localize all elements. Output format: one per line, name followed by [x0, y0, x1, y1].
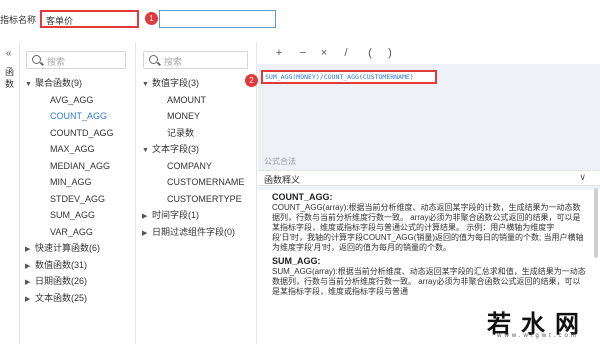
tree-item[interactable]: COUNT_AGG	[20, 108, 135, 125]
tree-item[interactable]: COMPANY	[137, 158, 256, 175]
caret-down-icon[interactable]: ▼	[142, 77, 152, 94]
collapse-chevron-icon[interactable]: «	[6, 48, 12, 59]
tree-item-label: 快速计算函数(6)	[35, 243, 100, 253]
operator-toolbar: + − × / ( )	[258, 42, 600, 64]
divide-button[interactable]: /	[341, 47, 351, 59]
side-tab-label: 函数	[5, 67, 15, 89]
tree-group[interactable]: ▶ 日期过滤组件字段(0)	[137, 224, 256, 241]
tree-item[interactable]: STDEV_AGG	[20, 191, 135, 208]
open-paren-button[interactable]: (	[365, 47, 375, 59]
tree-item-label: COMPANY	[167, 160, 212, 171]
close-paren-button[interactable]: )	[385, 47, 395, 59]
caret-down-icon[interactable]: ▼	[142, 143, 152, 160]
explanation-scrollbar[interactable]	[594, 188, 598, 258]
tree-item-label: 日期过滤组件字段(0)	[152, 226, 235, 237]
watermark-url-text: www.wtgwt.com	[497, 333, 579, 339]
tree-item-label: 日期函数(26)	[35, 276, 88, 286]
tree-item-label: 数值函数(31)	[35, 259, 88, 270]
minus-button[interactable]: −	[298, 47, 308, 59]
tree-group[interactable]: ▶ 文本函数(25)	[20, 290, 135, 307]
tree-item[interactable]: CUSTOMERTYPE	[137, 191, 256, 208]
tree-item-label: 数值字段(3)	[152, 78, 199, 88]
tree-group[interactable]: ▶ 快速计算函数(6)	[20, 240, 135, 257]
formula-text[interactable]: SUM_AGG(MONEY)/COUNT_AGG(CUSTOMERNAME)	[261, 70, 437, 84]
tree-item[interactable]: AMOUNT	[137, 92, 256, 109]
tree-item-label: AMOUNT	[167, 94, 206, 105]
tree-item-label: MIN_AGG	[50, 177, 92, 187]
tree-group[interactable]: ▼ 聚合函数(9)	[20, 75, 135, 92]
explanation-function-text: COUNT_AGG(array):根据当前分析维度、动态返回某字段的计数，生成结…	[272, 203, 584, 252]
annotation-badge-2: 2	[245, 74, 258, 87]
tree-item-label: 聚合函数(9)	[35, 78, 82, 88]
tree-item-label: 记录数	[167, 127, 195, 138]
explanation-function-text: SUM_AGG(array):根据当前分析维度、动态返回某字段的汇总求和值，生成…	[272, 267, 586, 296]
fields-panel: 搜索 ▼ 数值字段(3) AMOUNT MONEY 记录数 ▼ 文本字段(3) COMPANY…	[137, 42, 257, 344]
formula-valid-status: 公式合法	[264, 157, 296, 166]
tree-item-label: STDEV_AGG	[50, 193, 106, 204]
explanation-function-name: SUM_AGG:	[272, 256, 321, 266]
fields-tree: ▼ 数值字段(3) AMOUNT MONEY 记录数 ▼ 文本字段(3) COMPANY CUS…	[137, 75, 256, 240]
functions-panel: 搜索 ▼ 聚合函数(9) AVG_AGG COUNT_AGG COUNTD_AGG MAX…	[20, 42, 136, 344]
tree-item[interactable]: MIN_AGG	[20, 174, 135, 191]
indicator-name-label: 指标名称	[0, 15, 37, 25]
tree-item[interactable]: COUNTD_AGG	[20, 125, 135, 142]
functions-side-tab[interactable]: « 函数	[0, 42, 20, 344]
tree-item-label: CUSTOMERNAME	[167, 177, 245, 187]
search-icon	[32, 55, 41, 64]
tree-item-label: SUM_AGG	[50, 210, 96, 220]
tree-item-label: VAR_AGG	[50, 226, 93, 237]
functions-tree: ▼ 聚合函数(9) AVG_AGG COUNT_AGG COUNTD_AGG MAX_AG…	[20, 75, 135, 306]
tree-item-label: MEDIAN_AGG	[50, 160, 111, 171]
tree-item[interactable]: MEDIAN_AGG	[20, 158, 135, 175]
multiply-button[interactable]: ×	[319, 47, 329, 59]
tree-group[interactable]: ▶ 数值函数(31)	[20, 257, 135, 274]
search-placeholder: 搜索	[164, 57, 183, 67]
tree-group[interactable]: ▶ 日期函数(26)	[20, 273, 135, 290]
tree-item-label: COUNT_AGG	[50, 111, 108, 121]
tree-item[interactable]: MONEY	[137, 108, 256, 125]
caret-down-icon[interactable]: ▼	[25, 77, 35, 94]
caret-right-icon[interactable]: ▶	[25, 292, 35, 309]
indicator-input-extension[interactable]	[159, 10, 276, 28]
tree-item-label: 时间字段(1)	[152, 210, 199, 220]
tree-group[interactable]: ▼ 文本字段(3)	[137, 141, 256, 158]
tree-item[interactable]: CUSTOMERNAME	[137, 174, 256, 191]
tree-item-label: AVG_AGG	[50, 94, 94, 105]
fields-search-input[interactable]: 搜索	[143, 51, 248, 69]
tree-item[interactable]: AVG_AGG	[20, 92, 135, 109]
tree-item-label: CUSTOMERTYPE	[167, 193, 242, 204]
explanation-title: 函数释义	[264, 175, 301, 185]
chevron-down-icon[interactable]: ∨	[579, 172, 586, 183]
formula-editor: + − × / ( ) 2 SUM_AGG(MONEY)/COUNT_AGG(C…	[245, 42, 600, 344]
tree-item[interactable]: VAR_AGG	[20, 224, 135, 241]
tree-item-label: MONEY	[167, 111, 201, 121]
function-explanation-header[interactable]: 函数释义 ∨	[258, 170, 600, 186]
search-icon	[149, 55, 158, 64]
tree-item[interactable]: SUM_AGG	[20, 207, 135, 224]
tree-item[interactable]: 记录数	[137, 125, 256, 142]
site-watermark: 若水网 www.wtgwt.com	[478, 304, 598, 344]
tree-item-label: 文本函数(25)	[35, 292, 88, 303]
caret-right-icon[interactable]: ▶	[142, 226, 152, 243]
indicator-name-input[interactable]: 客单价	[40, 10, 139, 28]
search-placeholder: 搜索	[47, 57, 66, 67]
tree-item-label: COUNTD_AGG	[50, 127, 114, 138]
plus-button[interactable]: +	[274, 47, 284, 59]
tree-item-label: 文本字段(3)	[152, 144, 199, 154]
tree-item[interactable]: MAX_AGG	[20, 141, 135, 158]
tree-group[interactable]: ▼ 数值字段(3)	[137, 75, 256, 92]
annotation-badge-1: 1	[145, 12, 158, 25]
tree-item-label: MAX_AGG	[50, 144, 95, 154]
tree-group[interactable]: ▶ 时间字段(1)	[137, 207, 256, 224]
functions-search-input[interactable]: 搜索	[26, 51, 126, 69]
explanation-function-name: COUNT_AGG:	[272, 192, 333, 202]
indicator-bar: 指标名称 客单价 1	[0, 0, 600, 36]
